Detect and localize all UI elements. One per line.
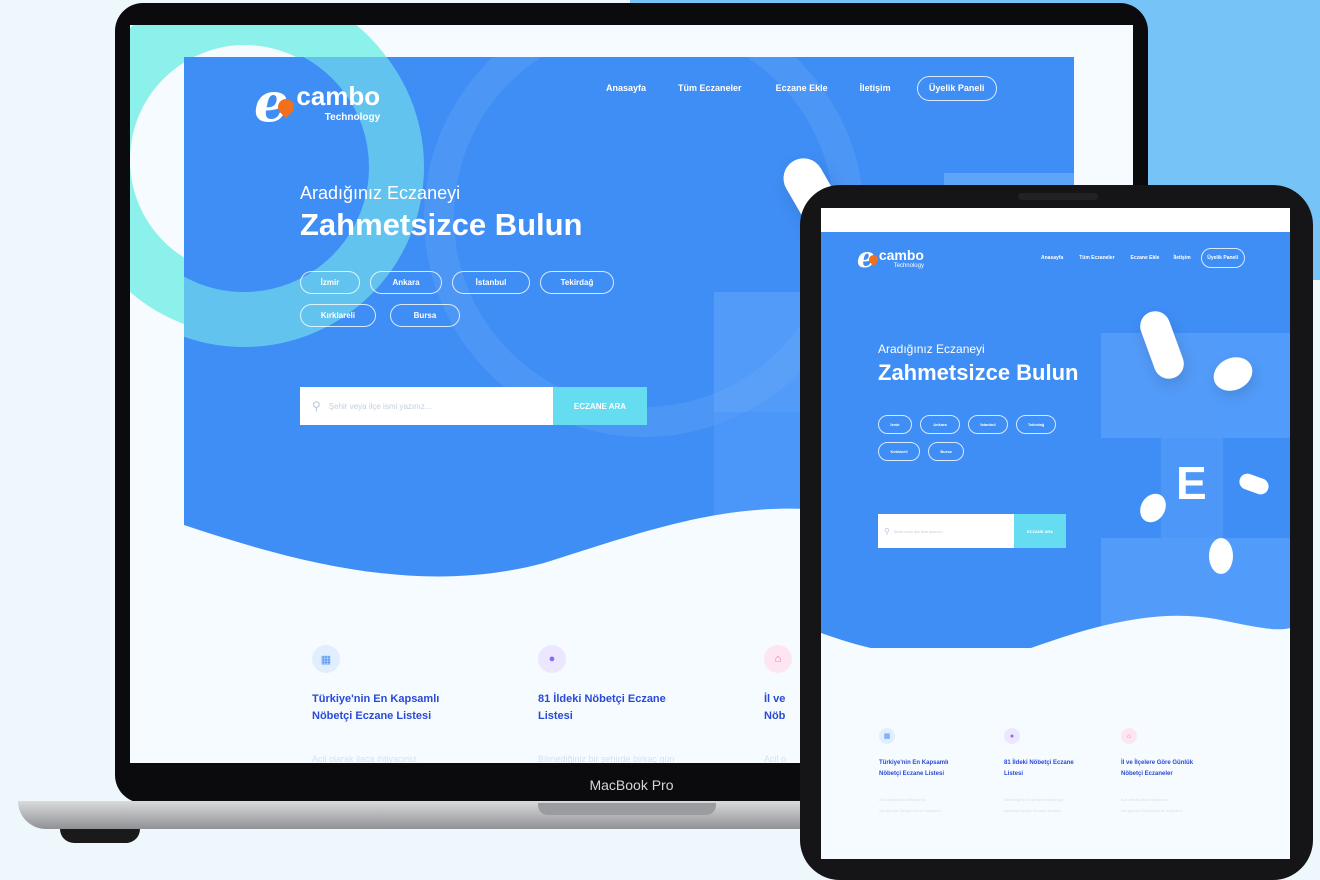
hero-subtitle: Aradığınız Eczaneyi [878,342,985,356]
card-title-line: Nöbetçi Eczaneler [1121,771,1173,777]
city-chip[interactable]: İzmir [300,271,360,294]
laptop-notch [538,803,716,815]
search-bar: ⚲ Şehir veya ilçe ismi yazınız... ECZANE… [300,387,647,425]
membership-panel-button[interactable]: Üyelik Paneli [1200,248,1245,268]
feature-card: ⌂ İl ve İlçelere Göre Günlük Nöbetçi Ecz… [1121,728,1226,813]
membership-panel-button[interactable]: Üyelik Paneli [916,75,997,101]
feature-card: ● 81 İldeki Nöbetçi Eczane Listesi Bilme… [538,645,728,763]
city-chips: İzmir Ankara İstanbul Tekirdağ Kırklarel… [878,415,1068,469]
search-icon: ⚲ [884,526,890,536]
card-text: olduğunda Türkiye'nin en kapsamlı [879,808,941,813]
main-nav: Anasayfa Tüm Eczaneler Eczane Ekle İleti… [606,73,997,103]
city-chip[interactable]: Bursa [928,442,964,461]
card-text: Acil olarak ilaca ihtiyacınız [1121,797,1168,802]
city-chip[interactable]: İstanbul [452,271,530,294]
nav-eczane-ekle[interactable]: Eczane Ekle [776,83,828,93]
card-title-line: Listesi [538,710,573,722]
card-title-line: Nöbetçi Eczane Listesi [879,771,945,777]
letter-tile: E [1176,457,1207,509]
location-pin-icon: ● [1004,728,1020,744]
city-chip[interactable]: Tekirdağ [540,271,614,294]
search-input[interactable]: Şehir veya ilçe ismi yazınız... [329,402,553,411]
search-bar: ⚲ Şehir veya ilçe ismi yazınız... ECZANE… [878,514,1066,548]
pill-capsule [1237,471,1271,497]
feature-card: ▦ Türkiye'nin En Kapsamlı Nöbetçi Eczane… [879,728,984,813]
feature-card: ● 81 İldeki Nöbetçi Eczane Listesi Bilme… [1004,728,1109,813]
pill-tablet [1209,538,1233,574]
laptop-foot [60,829,140,843]
card-title-line: Türkiye'nin En Kapsamlı [312,693,440,705]
nav-tum-eczaneler[interactable]: Tüm Eczaneler [678,83,742,93]
city-chip[interactable]: Kırklareli [300,304,376,327]
feature-card: ▦ Türkiye'nin En Kapsamlı Nöbetçi Eczane… [312,645,502,763]
city-chip[interactable]: Tekirdağ [1016,415,1056,434]
card-title-line: Nöbetçi Eczane Listesi [312,710,432,722]
tablet-frame: E e cambo Technology Anasayfa Tüm Eczane… [800,185,1313,880]
card-title-line: Listesi [1004,771,1024,777]
card-text: olduğunda Türkiye'nin en kapsamlı [1121,808,1183,813]
nav-anasayfa[interactable]: Anasayfa [606,83,646,93]
logo-sub: Technology [324,112,381,123]
logo-name: cambo [878,247,924,263]
card-title-line: Türkiye'nin En Kapsamlı [879,760,949,766]
city-chip[interactable]: İstanbul [968,415,1008,434]
nav-iletisim[interactable]: İletişim [860,83,891,93]
search-button[interactable]: ECZANE ARA [1014,514,1066,548]
card-title-line: 81 İldeki Nöbetçi Eczane [1004,760,1074,766]
card-text: kalmanız gerek. Eczane ararken [1004,808,1062,813]
logo: e cambo Technology [857,244,924,272]
grid-icon: ▦ [312,645,340,673]
city-chip[interactable]: Bursa [390,304,460,327]
hero-wave [821,615,1290,678]
search-input[interactable]: Şehir veya ilçe ismi yazınız... [894,529,1014,534]
logo: e cambo Technology [254,75,380,129]
hero-section: E e cambo Technology Anasayfa Tüm Eczane… [821,208,1290,648]
city-chips: İzmir Ankara İstanbul Tekirdağ Kırklarel… [300,271,630,337]
location-pin-icon: ● [538,645,566,673]
card-text: Acil olarak ilaca ihtiyacınız [879,797,926,802]
main-nav: Anasayfa Tüm Eczaneler Eczane Ekle İleti… [1041,248,1245,268]
city-chip[interactable]: İzmir [878,415,912,434]
card-title-line: 81 İldeki Nöbetçi Eczane [538,693,666,705]
search-icon: ⚲ [312,399,321,413]
logo-sub: Technology [893,263,924,269]
tablet-camera [1018,193,1098,200]
card-text: Bilmediğiniz bir şehirde birkaç gün [1004,797,1065,802]
city-chip[interactable]: Kırklareli [878,442,920,461]
top-strip [821,208,1290,232]
search-button[interactable]: ECZANE ARA [553,387,647,425]
nav-eczane-ekle[interactable]: Eczane Ekle [1131,255,1160,261]
home-icon: ⌂ [764,645,792,673]
card-text: Bilmediğiniz bir şehirde birkaç gün [538,754,675,763]
logo-name: cambo [296,81,381,111]
nav-iletisim[interactable]: İletişim [1173,255,1190,261]
city-chip[interactable]: Ankara [920,415,960,434]
card-text: Acil olarak ilaca ihtiyacınız [312,754,418,763]
grid-icon: ▦ [879,728,895,744]
hero-subtitle: Aradığınız Eczaneyi [300,183,461,203]
card-title-line: İl ve İlçelere Göre Günlük [1121,760,1194,766]
nav-tum-eczaneler[interactable]: Tüm Eczaneler [1079,255,1114,261]
city-chip[interactable]: Ankara [370,271,442,294]
home-icon: ⌂ [1121,728,1137,744]
hero-title: Zahmetsizce Bulun [300,207,583,242]
hero-title: Zahmetsizce Bulun [878,360,1079,385]
nav-anasayfa[interactable]: Anasayfa [1041,255,1063,261]
tablet-screen: E e cambo Technology Anasayfa Tüm Eczane… [821,208,1290,859]
